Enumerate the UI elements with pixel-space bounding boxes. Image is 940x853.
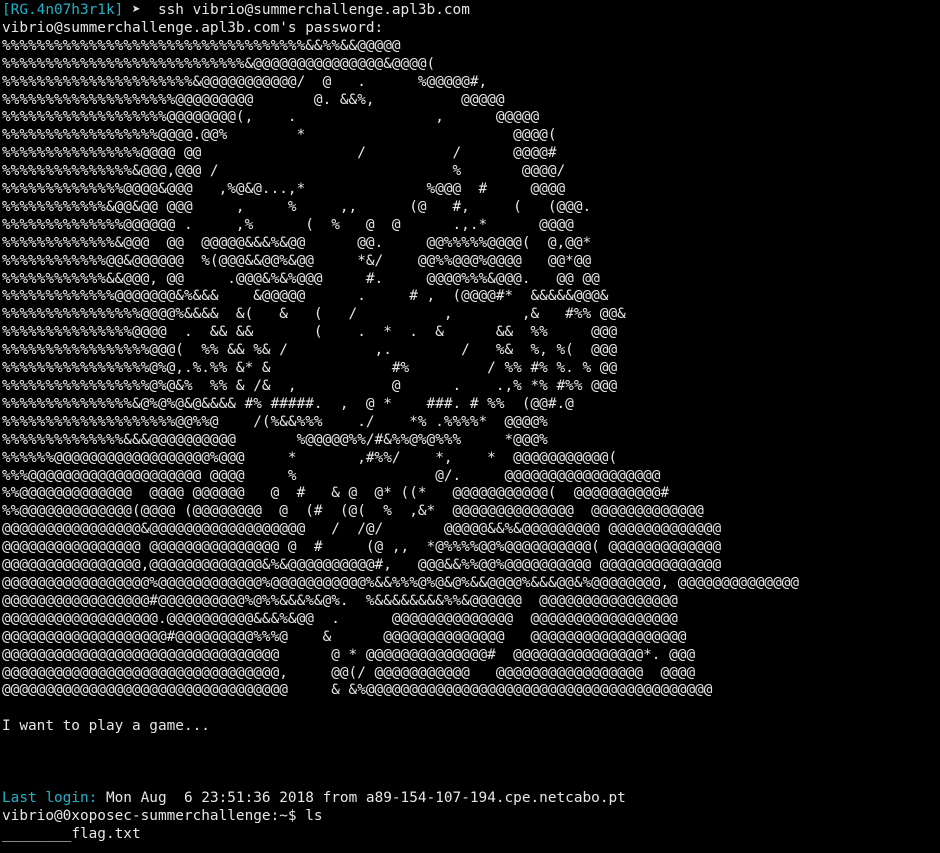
- ascii-art-row: %%%%%%%%%%%%&@@&@@ @@@ , % ,, (@ #, ( (@…: [2, 198, 592, 215]
- ascii-art-banner: %%%%%%%%%%%%%%%%%%%%%%%%%%%%%%%%%%%&&%%&…: [2, 38, 940, 701]
- ascii-art-row: %%%%%%%%%%%%%%&&&@@@@@@@@@@ %@@@@@%%/#&%…: [2, 431, 548, 448]
- ascii-art-row: %%@@@@@@@@@@@@@ @@@@ @@@@@@ @ # & @ @* (…: [2, 485, 670, 502]
- ascii-art-row: @@@@@@@@@@@@@@@@&@@@@@@@@@@@@@@@@@@ / /@…: [2, 521, 722, 538]
- ascii-art-row: @@@@@@@@@@@@@@@@@@@@@@@@@@@@@@@@ @ * @@@…: [2, 646, 696, 663]
- ascii-art-row: %%%%%%%%%%%%&&@@@, @@ .@@@&%&%@@@ #. @@@…: [2, 270, 600, 287]
- ascii-art-row: @@@@@@@@@@@@@@@@ @@@@@@@@@@@@@@@ @ # (@ …: [2, 539, 722, 556]
- ascii-art-row: @@@@@@@@@@@@@@@@@#@@@@@@@@@@%@%%&&&%&@%.…: [2, 592, 678, 609]
- ascii-art-row: @@@@@@@@@@@@@@@@@@@#@@@@@@@@@%%%@ & @@@@…: [2, 628, 687, 645]
- ascii-art-row: %%%%%%%%%%%%%%%%%@%@&% %% & /& , @ . .,%…: [2, 378, 618, 394]
- ascii-art-row: %%%%%%%%%%%%%%%%%@%@,.%.%% &* & #% / %% …: [2, 360, 618, 377]
- ascii-art-row: %%%%%%%%%%%%%%%%%%%@@@@@@@@(, . , @@@@@: [2, 109, 540, 126]
- ascii-art-row: %%%%%%@@@@@@@@@@@@@@@@@@%@@@ * ,#%%/ *, …: [2, 449, 618, 466]
- ls-output-prefix: ________: [2, 825, 72, 842]
- ls-output-file[interactable]: flag.txt: [71, 826, 140, 842]
- ssh-command: ssh vibrio@summerchallenge.apl3b.com: [157, 2, 470, 18]
- ascii-art-row: @@@@@@@@@@@@@@@@@@@@@@@@@@@@@@@@@ & &%@@…: [2, 682, 713, 699]
- ascii-art-row: %%%%%%%%%%%%%@@@@@@@&%&&& &@@@@@ . # , (…: [2, 288, 609, 305]
- last-login-value: Mon Aug 6 23:51:36 2018 from a89-154-107…: [105, 789, 626, 806]
- last-login-line: Last login: Mon Aug 6 23:51:36 2018 from…: [2, 790, 940, 808]
- ascii-art-row: @@@@@@@@@@@@@@@@@@.@@@@@@@@@@&&&%&@@ . @…: [2, 610, 678, 627]
- ascii-art-row: %%%%%%%%%%%%%%%%%%%%%%%%%%%%%%%%%%%&&%%&…: [2, 37, 401, 54]
- prompt-arrow-icon: ➤: [131, 2, 141, 18]
- local-prompt-line: [RG.4n07h3r1k] ➤ ssh vibrio@summerchalle…: [2, 2, 940, 20]
- ascii-art-row: @@@@@@@@@@@@@@@@@%@@@@@@@@@@@@%@@@@@@@@@…: [2, 574, 800, 591]
- banner-text: I want to play a game...: [2, 718, 210, 735]
- ascii-art-row: @@@@@@@@@@@@@@@@,@@@@@@@@@@@@@&%&@@@@@@@…: [2, 557, 722, 574]
- password-prompt: vibrio@summerchallenge.apl3b.com's passw…: [2, 19, 384, 36]
- ascii-art-row: %%%%%%%%%%%%%%%@@@@ . && && ( . * . & &&…: [2, 324, 618, 341]
- remote-user-host: vibrio@0xoposec-summerchallenge:~$: [2, 807, 297, 824]
- ascii-art-row: %%%%%%%%%%%%%%@@@@@@ . ,% ( % @ @ .,.* @…: [2, 216, 574, 233]
- ascii-art-row: %%%%%%%%%%%%@@&@@@@@@ %(@@@&&@@%&@@ *&/ …: [2, 252, 592, 269]
- ls-command: ls: [305, 807, 323, 824]
- ascii-art-row: %%%%%%%%%%%%%%%%%@@@( %% && %& / ,. / %&…: [2, 342, 618, 359]
- ascii-art-row: %%%%%%%%%%%%%%@@@@&@@@ ,%@&@...,* %@@@ #…: [2, 181, 566, 198]
- ascii-art-row: %%%%%%%%%%%%%%%%%%%%@@%%@ /(%&&%%% ./ *%…: [2, 413, 548, 430]
- ascii-art-row: %%%%%%%%%%%%%%%&@%@%@&@&&&& #% #####. , …: [2, 395, 574, 412]
- ascii-art-row: @@@@@@@@@@@@@@@@@@@@@@@@@@@@@@@@, @@(/ @…: [2, 664, 696, 681]
- ascii-art-row: %%%%%%%%%%%%%%%%%%%%%%&@@@@@@@@@@@/ @ . …: [2, 73, 488, 90]
- ascii-art-row: %%%%%%%%%%%%%%%%%%%%@@@@@@@@@ @. &&%, @@…: [2, 91, 505, 108]
- ascii-art-row: %%%@@@@@@@@@@@@@@@@@@@@ @@@@ % @/. @@@@@…: [2, 467, 661, 484]
- ascii-art-row: %%%%%%%%%%%%%%%%@@@@%&&&& &( & ( / , ,& …: [2, 306, 626, 323]
- ascii-art-row: %%%%%%%%%%%%%%%%%%%%%%%%%%%%&@@@@@@@@@@@…: [2, 55, 436, 72]
- remote-prompt-line: vibrio@0xoposec-summerchallenge:~$ ls: [2, 808, 940, 826]
- ascii-art-row: %%%%%%%%%%%%%%%%@@@@ @@ / / @@@@#: [2, 145, 557, 162]
- ascii-art-row: %%@@@@@@@@@@@@@(@@@@ (@@@@@@@@ @ (# (@( …: [2, 503, 704, 520]
- ls-output-line: ________flag.txt: [2, 826, 940, 844]
- last-login-label: Last login:: [2, 789, 98, 806]
- terminal-window[interactable]: [RG.4n07h3r1k] ➤ ssh vibrio@summerchalle…: [0, 0, 940, 853]
- ascii-art-row: %%%%%%%%%%%%%%%%%%@@@@.@@% * @@@@(: [2, 127, 557, 144]
- ascii-art-row: %%%%%%%%%%%%%&@@@ @@ @@@@@&&&%&@@ @@. @@…: [2, 234, 592, 251]
- local-host-tag: [RG.4n07h3r1k]: [2, 2, 124, 18]
- ascii-art-row: %%%%%%%%%%%%%%%&@@@,@@@ / % @@@@/: [2, 163, 566, 180]
